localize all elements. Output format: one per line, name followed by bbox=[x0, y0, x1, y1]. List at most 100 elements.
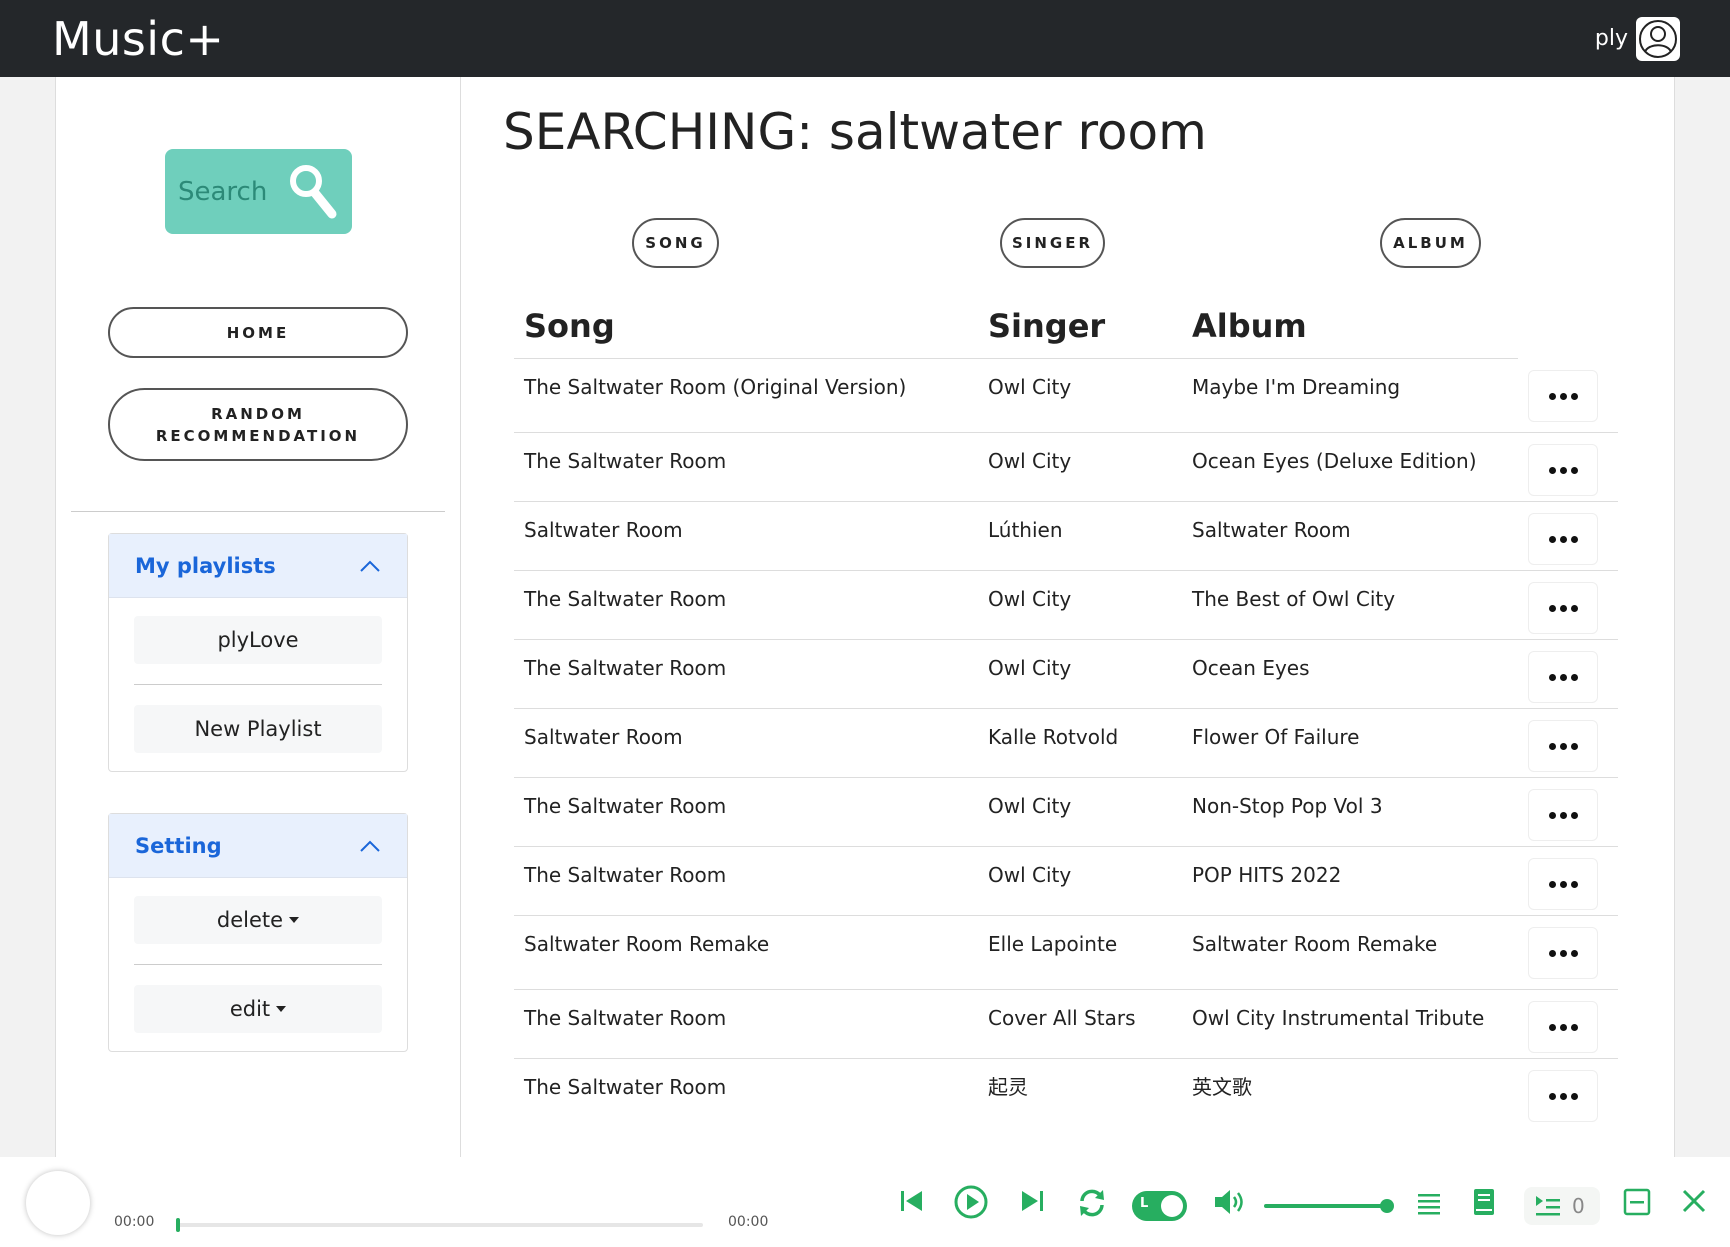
singer-cell[interactable]: Elle Lapointe bbox=[978, 916, 1182, 989]
more-options-button[interactable] bbox=[1528, 513, 1598, 565]
playlist-item-plylove[interactable]: plyLove bbox=[134, 616, 382, 664]
song-cell[interactable]: The Saltwater Room bbox=[514, 1059, 934, 1128]
home-button-label: HOME bbox=[226, 323, 290, 342]
table-row[interactable]: Saltwater Room Kalle Rotvold Flower Of Fai… bbox=[514, 709, 1618, 778]
table-row[interactable]: The Saltwater Room Owl City POP HITS 2022 bbox=[514, 847, 1618, 916]
play-queue-button[interactable]: 0 bbox=[1524, 1187, 1600, 1225]
filter-singer-button[interactable]: SINGER bbox=[1000, 218, 1105, 268]
setting-header[interactable]: Setting bbox=[109, 814, 407, 878]
album-cell[interactable]: Saltwater Room Remake bbox=[1182, 916, 1518, 989]
column-header-song: Song bbox=[524, 306, 615, 345]
album-cell[interactable]: Flower Of Failure bbox=[1182, 709, 1518, 777]
album-cell[interactable]: POP HITS 2022 bbox=[1182, 847, 1518, 915]
album-cell[interactable]: Owl City Instrumental Tribute bbox=[1182, 990, 1518, 1058]
more-options-button[interactable] bbox=[1528, 651, 1598, 703]
song-cell[interactable]: The Saltwater Room bbox=[514, 433, 934, 501]
filter-song-button[interactable]: SONG bbox=[632, 218, 719, 268]
volume-slider[interactable] bbox=[1264, 1199, 1394, 1213]
singer-cell[interactable]: 起灵 bbox=[978, 1059, 1182, 1128]
more-options-button[interactable] bbox=[1528, 927, 1598, 979]
song-cell[interactable]: The Saltwater Room (Original Version) bbox=[514, 359, 934, 432]
repeat-icon[interactable] bbox=[1076, 1187, 1108, 1219]
singer-cell[interactable]: Cover All Stars bbox=[978, 990, 1182, 1058]
edit-label: edit bbox=[229, 997, 271, 1021]
playlists-title: My playlists bbox=[135, 553, 276, 578]
progress-bar[interactable] bbox=[176, 1218, 703, 1232]
table-row[interactable]: The Saltwater Room (Original Version) Owl… bbox=[514, 359, 1618, 433]
table-row[interactable]: The Saltwater Room Owl City Non-Stop Pop V… bbox=[514, 778, 1618, 847]
song-cell[interactable]: Saltwater Room bbox=[514, 502, 934, 570]
singer-cell[interactable]: Owl City bbox=[978, 847, 1182, 915]
album-cell[interactable]: Ocean Eyes bbox=[1182, 640, 1518, 708]
more-options-button[interactable] bbox=[1528, 1070, 1598, 1122]
table-row[interactable]: The Saltwater Room Cover All Stars Owl Cit… bbox=[514, 990, 1618, 1059]
play-icon[interactable] bbox=[953, 1184, 989, 1220]
toggle-knob bbox=[1161, 1195, 1183, 1217]
playlist-item-new-playlist[interactable]: New Playlist bbox=[134, 705, 382, 753]
singer-cell[interactable]: Lúthien bbox=[978, 502, 1182, 570]
edit-dropdown[interactable]: edit bbox=[134, 985, 382, 1033]
song-cell[interactable]: The Saltwater Room bbox=[514, 847, 934, 915]
random-recommendation-button[interactable]: RANDOM RECOMMENDATION bbox=[108, 388, 408, 461]
progress-handle[interactable] bbox=[176, 1218, 180, 1232]
volume-icon[interactable] bbox=[1212, 1187, 1246, 1217]
more-options-button[interactable] bbox=[1528, 720, 1598, 772]
home-button[interactable]: HOME bbox=[108, 307, 408, 358]
list-icon[interactable] bbox=[1416, 1191, 1442, 1215]
minimize-player-icon[interactable] bbox=[1622, 1187, 1652, 1217]
more-horizontal-icon bbox=[1548, 535, 1578, 543]
singer-cell[interactable]: Owl City bbox=[978, 359, 1182, 432]
song-cell[interactable]: Saltwater Room Remake bbox=[514, 916, 934, 989]
player-bar: 00:00 00:00 L 0 bbox=[0, 1157, 1730, 1247]
lyrics-book-icon[interactable] bbox=[1472, 1187, 1496, 1217]
previous-icon[interactable] bbox=[898, 1187, 926, 1215]
search-button[interactable]: Search bbox=[165, 149, 352, 234]
time-current: 00:00 bbox=[114, 1214, 155, 1230]
singer-cell[interactable]: Owl City bbox=[978, 640, 1182, 708]
more-horizontal-icon bbox=[1548, 673, 1578, 681]
playlists-header[interactable]: My playlists bbox=[109, 534, 407, 598]
singer-cell[interactable]: Owl City bbox=[978, 571, 1182, 639]
more-options-button[interactable] bbox=[1528, 858, 1598, 910]
table-row[interactable]: The Saltwater Room 起灵 英文歌 bbox=[514, 1059, 1618, 1128]
user-menu[interactable]: ply bbox=[1594, 16, 1680, 61]
album-cell[interactable]: Ocean Eyes (Deluxe Edition) bbox=[1182, 433, 1518, 501]
loop-toggle[interactable]: L bbox=[1132, 1191, 1187, 1221]
album-cell[interactable]: 英文歌 bbox=[1182, 1059, 1518, 1128]
more-options-button[interactable] bbox=[1528, 789, 1598, 841]
results-table: Song Singer Album The Saltwater Room (Or… bbox=[514, 293, 1618, 1128]
delete-dropdown[interactable]: delete bbox=[134, 896, 382, 944]
singer-cell[interactable]: Kalle Rotvold bbox=[978, 709, 1182, 777]
top-bar: Music+ ply bbox=[0, 0, 1730, 77]
avatar[interactable] bbox=[1636, 16, 1680, 61]
more-options-button[interactable] bbox=[1528, 582, 1598, 634]
song-cell[interactable]: The Saltwater Room bbox=[514, 778, 934, 846]
more-options-button[interactable] bbox=[1528, 1001, 1598, 1053]
page-title: SEARCHING: saltwater room bbox=[503, 103, 1207, 161]
username: ply bbox=[1594, 26, 1628, 51]
song-cell[interactable]: The Saltwater Room bbox=[514, 990, 934, 1058]
volume-handle[interactable] bbox=[1380, 1199, 1394, 1213]
singer-cell[interactable]: Owl City bbox=[978, 433, 1182, 501]
song-cell[interactable]: The Saltwater Room bbox=[514, 571, 934, 639]
more-options-button[interactable] bbox=[1528, 370, 1598, 422]
album-cell[interactable]: Non-Stop Pop Vol 3 bbox=[1182, 778, 1518, 846]
album-cell[interactable]: Maybe I'm Dreaming bbox=[1182, 359, 1518, 432]
more-horizontal-icon bbox=[1548, 1023, 1578, 1031]
brand-logo[interactable]: Music+ bbox=[52, 12, 224, 66]
filter-album-button[interactable]: ALBUM bbox=[1380, 218, 1481, 268]
table-row[interactable]: Saltwater Room Lúthien Saltwater Room bbox=[514, 502, 1618, 571]
table-row[interactable]: The Saltwater Room Owl City The Best of Ow… bbox=[514, 571, 1618, 640]
more-options-button[interactable] bbox=[1528, 444, 1598, 496]
table-row[interactable]: Saltwater Room Remake Elle Lapointe Saltwa… bbox=[514, 916, 1618, 990]
song-cell[interactable]: Saltwater Room bbox=[514, 709, 934, 777]
album-cell[interactable]: The Best of Owl City bbox=[1182, 571, 1518, 639]
user-icon bbox=[1639, 19, 1677, 58]
next-icon[interactable] bbox=[1018, 1187, 1046, 1215]
album-cell[interactable]: Saltwater Room bbox=[1182, 502, 1518, 570]
table-row[interactable]: The Saltwater Room Owl City Ocean Eyes (De… bbox=[514, 433, 1618, 502]
singer-cell[interactable]: Owl City bbox=[978, 778, 1182, 846]
close-icon[interactable] bbox=[1680, 1187, 1708, 1215]
table-row[interactable]: The Saltwater Room Owl City Ocean Eyes bbox=[514, 640, 1618, 709]
song-cell[interactable]: The Saltwater Room bbox=[514, 640, 934, 708]
